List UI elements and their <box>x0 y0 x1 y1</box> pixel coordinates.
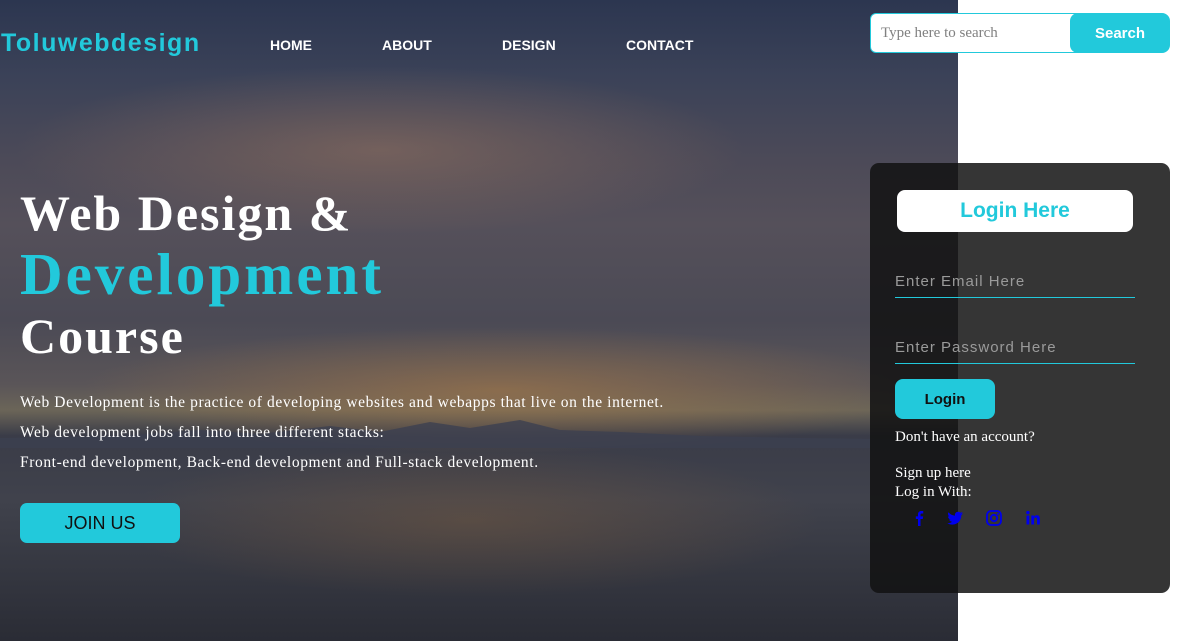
nav-about-link[interactable]: ABOUT <box>382 37 432 53</box>
signup-link[interactable]: Sign up here <box>895 465 971 482</box>
hero-title: Web Design & Development Course <box>20 185 384 365</box>
hero-paragraph: Web development jobs fall into three dif… <box>20 424 385 441</box>
login-with-label: Log in With: <box>895 484 972 500</box>
no-account-text: Don't have an account? <box>895 429 1035 445</box>
facebook-icon[interactable] <box>910 509 928 527</box>
login-title: Login Here <box>897 190 1133 232</box>
search-input[interactable] <box>870 13 1088 53</box>
nav-home-link[interactable]: HOME <box>270 37 312 53</box>
email-field[interactable] <box>895 266 1135 298</box>
brand-logo[interactable]: Toluwebdesign <box>1 29 201 58</box>
password-field[interactable] <box>895 332 1135 364</box>
instagram-icon[interactable] <box>985 509 1003 527</box>
linkedin-icon[interactable] <box>1024 509 1042 527</box>
search-button[interactable]: Search <box>1070 13 1170 53</box>
hero-description: Web Development is the practice of devel… <box>20 394 664 484</box>
hero-title-line-2: Development <box>20 241 384 307</box>
nav-design-link[interactable]: DESIGN <box>502 37 556 53</box>
join-us-button[interactable]: JOIN US <box>20 503 180 543</box>
hero-paragraph: Web Development is the practice of devel… <box>20 394 664 411</box>
login-button[interactable]: Login <box>895 379 995 419</box>
nav-contact-link[interactable]: CONTACT <box>626 37 693 53</box>
hero-title-line-1: Web Design & <box>20 185 353 241</box>
hero-title-line-3: Course <box>20 308 185 364</box>
hero-paragraph: Front-end development, Back-end developm… <box>20 454 539 471</box>
login-panel: Login Here Login Don't have an account? … <box>870 163 1170 593</box>
twitter-icon[interactable] <box>946 509 964 527</box>
